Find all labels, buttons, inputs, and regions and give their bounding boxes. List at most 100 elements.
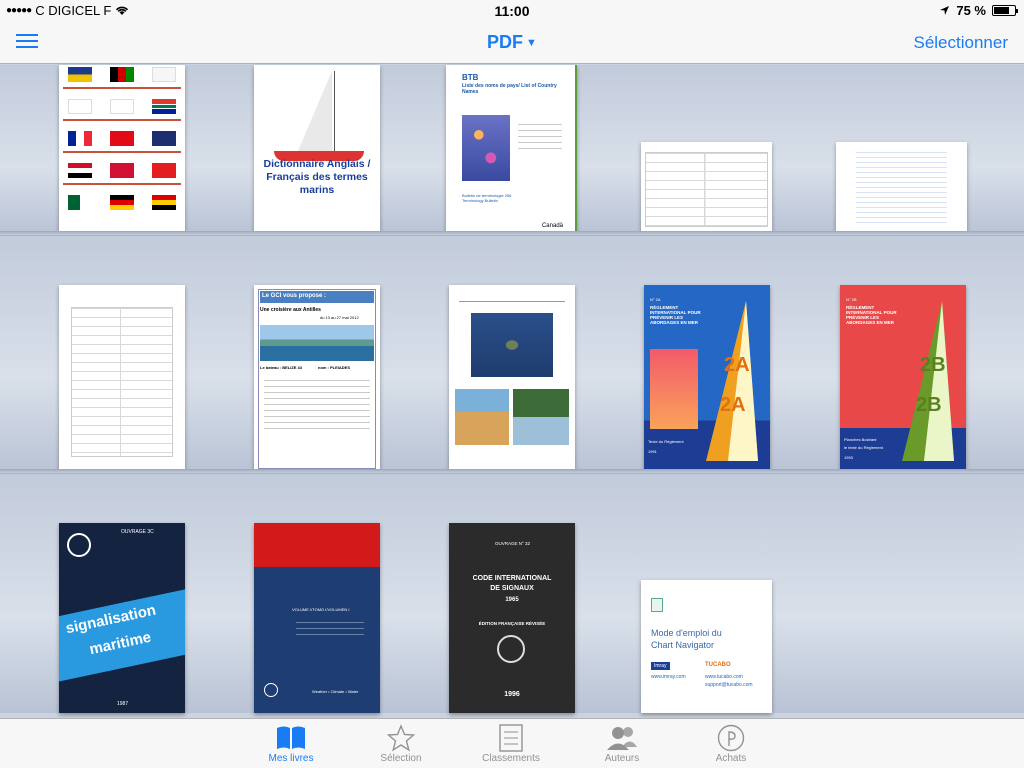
- photo-2: [513, 389, 569, 445]
- photo-1: [455, 389, 509, 445]
- svg-text:2A: 2A: [720, 394, 746, 416]
- book-subtitle: Une croisière aux Antilles: [260, 307, 321, 313]
- svg-text:2B: 2B: [916, 394, 942, 416]
- book-number: N° 2B: [846, 297, 857, 302]
- book-title: RÈGLEMENT INTERNATIONAL POUR PRÉVENIR LE…: [650, 305, 701, 325]
- book-croisiere[interactable]: Le GCI vous propose : Une croisière aux …: [254, 285, 380, 473]
- book-table-landscape[interactable]: [641, 142, 772, 235]
- sail-2a-illustration: 2A 2A: [706, 301, 758, 461]
- book-reglement-2a[interactable]: N° 2A RÈGLEMENT INTERNATIONAL POUR PRÉVE…: [644, 285, 770, 473]
- red-band: [254, 523, 380, 567]
- canada-logo: Canadä: [541, 223, 563, 229]
- book-title: Dictionnaire Anglais / Français des term…: [263, 158, 371, 196]
- shelf-row-2: Le GCI vous propose : Une croisière aux …: [0, 235, 1024, 473]
- book-title-2: Chart Navigator: [651, 640, 715, 650]
- people-icon: [607, 727, 637, 750]
- tab-auteurs[interactable]: Auteurs: [582, 723, 662, 764]
- btb-logo: BTB: [462, 73, 479, 82]
- book-title-2: DE SIGNAUX: [490, 585, 534, 592]
- battery-percent: 75 %: [956, 3, 986, 18]
- battery-icon: [992, 5, 1018, 16]
- imray-logo: Imray: [651, 662, 670, 670]
- star-icon: [387, 724, 415, 752]
- tab-achats[interactable]: Achats: [691, 723, 771, 764]
- book-title: VOLUME I/TOMO I/VOLUMEN I: [292, 607, 350, 612]
- store-icon: [717, 724, 745, 752]
- shelf-row-1: Dictionnaire Anglais / Français des term…: [0, 65, 1024, 235]
- list-page: [856, 152, 947, 225]
- book-country-names[interactable]: BTB Liste des noms de pays/ List of Coun…: [446, 65, 577, 235]
- shom-logo: [67, 533, 91, 557]
- tab-label: Mes livres: [268, 753, 314, 764]
- book-year: 1991: [648, 449, 657, 454]
- svg-text:2B: 2B: [920, 354, 946, 376]
- tab-label: Sélection: [380, 753, 422, 764]
- book-year-2: 1996: [504, 691, 520, 698]
- tab-mes-livres[interactable]: Mes livres: [251, 723, 331, 764]
- select-button[interactable]: Sélectionner: [913, 33, 1008, 53]
- text-lines: [290, 617, 370, 640]
- shelf-row-3: OUVRAGE 3C signalisation maritime 1987 V…: [0, 473, 1024, 713]
- book-lexique[interactable]: [59, 285, 185, 473]
- book-year: 1993: [844, 455, 853, 460]
- table-page: [645, 152, 768, 227]
- tab-label: Auteurs: [604, 753, 640, 764]
- tab-classements[interactable]: Classements: [471, 723, 551, 764]
- book-list-landscape[interactable]: [836, 142, 967, 235]
- book-wmo-volume[interactable]: VOLUME I/TOMO I/VOLUMEN I Weather • Clim…: [254, 523, 380, 713]
- cover-image: [260, 325, 374, 361]
- boat-name: Le bateau : BELIZE 43: [260, 365, 303, 370]
- book-dates: du 13 au 27 mai 2012: [320, 315, 359, 320]
- tucabo-link: www.tucabo.com: [705, 674, 743, 680]
- sailboat-illustration: [298, 71, 332, 151]
- tab-label: Achats: [715, 753, 747, 764]
- battery-fill: [994, 7, 1009, 14]
- tucabo-logo: TUCABO: [705, 662, 731, 668]
- list-icon: [499, 724, 523, 752]
- book-year-1: 1965: [505, 597, 519, 603]
- book-heading: Le GCI vous propose :: [260, 291, 374, 303]
- book-dictionnaire-marin[interactable]: Dictionnaire Anglais / Français des term…: [254, 65, 380, 235]
- map-image: [471, 313, 553, 377]
- book-code-signaux[interactable]: OUVRAGE N° 32 CODE INTERNATIONAL DE SIGN…: [449, 523, 575, 713]
- flags-page: [59, 65, 185, 235]
- book-edition: ÉDITION FRANÇAISE RÉVISÉE: [478, 621, 546, 626]
- support-link: support@tucabo.com: [705, 682, 753, 688]
- sail-2b-illustration: 2B 2B: [902, 301, 954, 461]
- svg-text:2A: 2A: [724, 354, 750, 376]
- book-title: RÈGLEMENT INTERNATIONAL POUR PRÉVENIR LE…: [846, 305, 897, 325]
- book-footer: Weather • Climate • Water: [312, 689, 359, 694]
- sunset-image: [650, 349, 698, 429]
- clock: 11:00: [494, 3, 530, 19]
- book-footer-2: le texte du Règlement: [844, 445, 883, 450]
- cover-image: [462, 115, 510, 181]
- tab-label: Classements: [482, 753, 540, 764]
- book-flags[interactable]: [59, 65, 185, 235]
- book-reglement-2b[interactable]: N° 2B RÈGLEMENT INTERNATIONAL POUR PRÉVE…: [840, 285, 966, 473]
- book-number: N° 2A: [650, 297, 661, 302]
- book-year: 1987: [117, 701, 129, 707]
- boat-label: nom : PLEIADES: [318, 365, 351, 370]
- book-ouvrage: OUVRAGE N° 32: [495, 541, 531, 546]
- collection-title-label: PDF: [487, 32, 524, 52]
- tab-selection[interactable]: Sélection: [361, 723, 441, 764]
- book-ouvrage: OUVRAGE 3C: [121, 529, 154, 535]
- book-icon: [277, 726, 305, 749]
- text-lines: [258, 375, 376, 434]
- imray-link: www.imray.com: [651, 674, 686, 680]
- book-footer-1: Planches illustrant: [844, 437, 877, 442]
- menu-lines: [512, 119, 568, 154]
- book-title-1: Mode d'emploi du: [651, 628, 722, 638]
- nav-bar: PDF ▼ Sélectionner: [0, 22, 1024, 64]
- book-signalisation-maritime[interactable]: OUVRAGE 3C signalisation maritime 1987: [59, 523, 185, 713]
- book-subtitle: Bulletin de terminologie 256 Terminology…: [462, 193, 512, 203]
- book-chart-navigator[interactable]: Mode d'emploi du Chart Navigator Imray T…: [641, 580, 772, 713]
- book-photos[interactable]: [449, 285, 575, 473]
- chevron-down-icon: ▼: [526, 37, 537, 49]
- wmo-logo: [264, 683, 278, 697]
- collection-title[interactable]: PDF ▼: [0, 32, 1024, 53]
- tab-bar: Mes livres Sélection Classements Auteurs…: [0, 718, 1024, 768]
- book-footer: Texte du Règlement: [648, 439, 684, 444]
- document-icon: [651, 598, 663, 612]
- book-heading: Liste des noms de pays/ List of Country …: [462, 83, 557, 95]
